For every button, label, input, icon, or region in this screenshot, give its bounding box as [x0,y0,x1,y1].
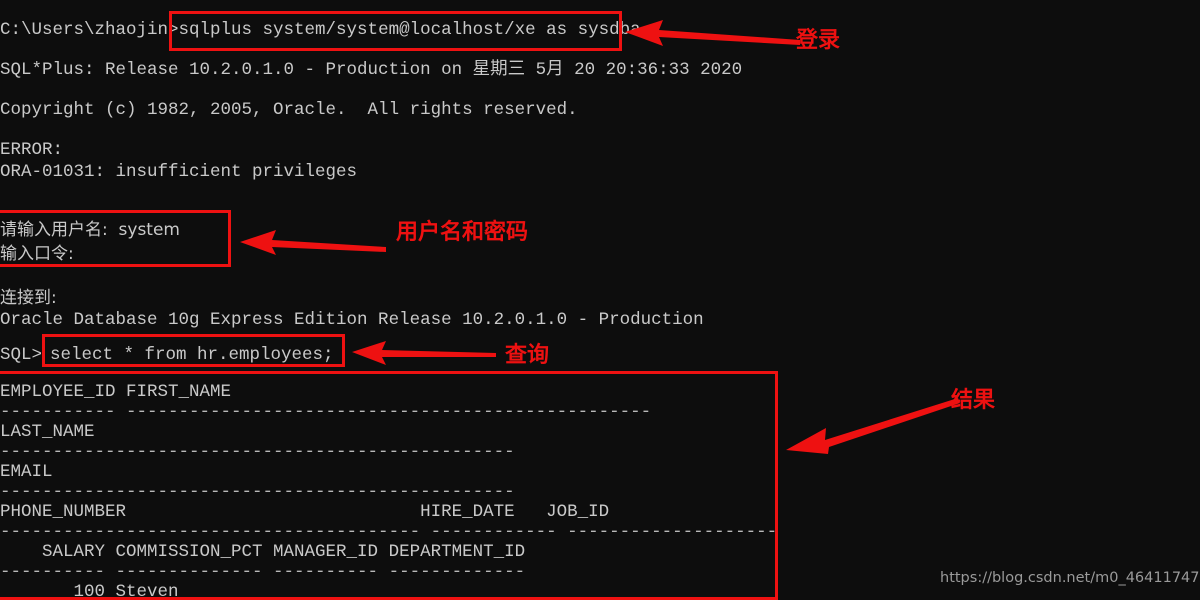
database-banner: Oracle Database 10g Express Edition Rele… [0,310,704,330]
result-rule-1: ----------- ----------------------------… [0,402,652,422]
login-command-text[interactable]: sqlplus system/system@localhost/xe as sy… [179,20,641,40]
terminal-screen: C:\Users\zhaojin>sqlplus system/system@l… [0,0,1200,600]
sql-prompt-label: SQL> [0,345,43,365]
error-message: ORA-01031: insufficient privileges [0,162,358,182]
sql-query-text[interactable]: select * from hr.employees; [50,345,334,365]
watermark-url: https://blog.csdn.net/m0_46411747 [940,570,1200,586]
annotation-label-result: 结果 [951,388,996,413]
result-data-row-1: 100 Steven [0,582,179,600]
annotation-label-credentials: 用户名和密码 [396,220,529,245]
command-prompt-line: C:\Users\zhaojin>sqlplus system/system@l… [0,10,641,50]
annotation-label-login: 登录 [796,28,841,53]
annotation-label-query: 查询 [505,343,550,368]
sqlplus-release-banner: SQL*Plus: Release 10.2.0.1.0 - Productio… [0,60,743,80]
result-rule-2: ----------------------------------------… [0,442,515,462]
copyright-line: Copyright (c) 1982, 2005, Oracle. All ri… [0,100,578,120]
arrow-to-login-command [625,20,800,46]
arrow-to-result [786,398,960,454]
arrow-to-query [352,341,496,365]
prompt-path: C:\Users\zhaojin> [0,20,179,40]
sql-prompt-line: SQL> select * from hr.employees; [0,335,334,375]
password-prompt-line[interactable]: 输入口令: [0,234,74,274]
arrow-to-credentials [240,230,386,255]
